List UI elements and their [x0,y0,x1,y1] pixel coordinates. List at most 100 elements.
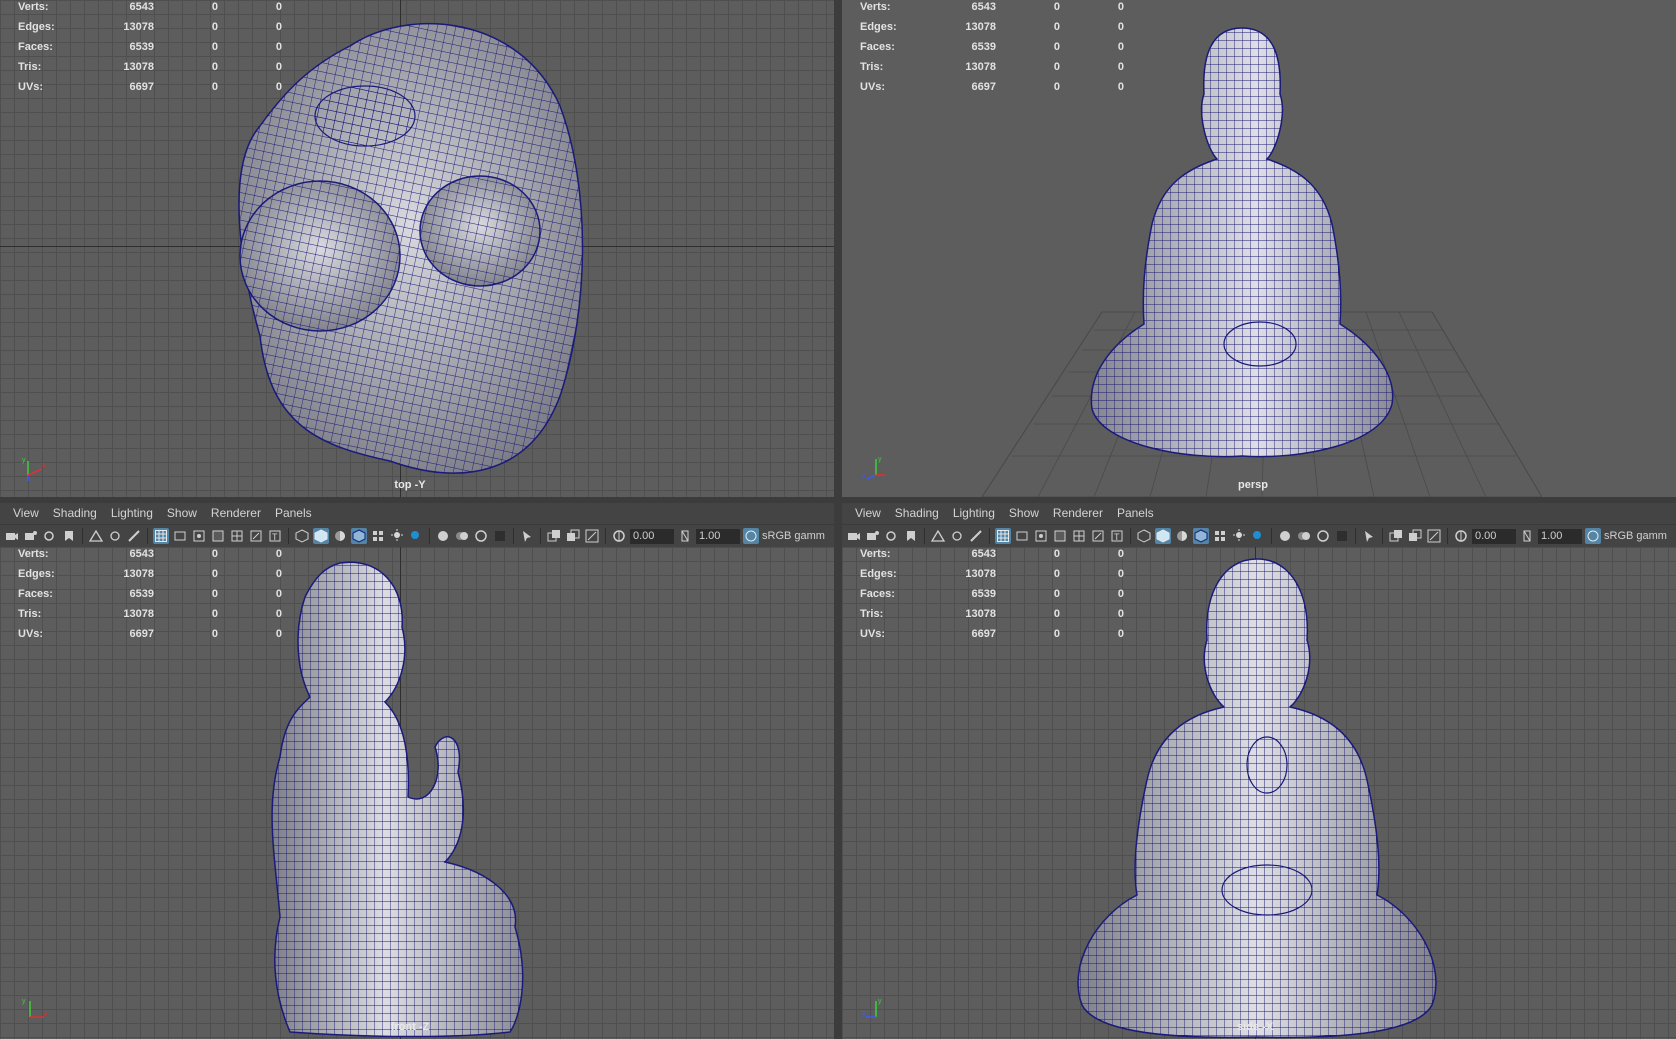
depth-of-field-icon[interactable] [492,528,508,544]
viewport-top[interactable]: Verts: 6543 0 0 Edges: 13078 0 0 Faces: … [0,0,834,497]
view-transform-select[interactable]: sRGB gamm [762,530,825,542]
film-gate-icon[interactable] [1014,528,1030,544]
menu-lighting[interactable]: Lighting [946,503,1002,524]
textured-icon[interactable] [370,528,386,544]
menu-lighting[interactable]: Lighting [104,503,160,524]
grid-icon[interactable] [995,528,1011,544]
two-d-pan-icon[interactable] [107,528,123,544]
depth-of-field-icon[interactable] [1334,528,1350,544]
menu-renderer[interactable]: Renderer [1046,503,1110,524]
two-d-pan-icon[interactable] [949,528,965,544]
xray-icon[interactable] [1388,528,1404,544]
vertical-panel-splitter[interactable] [834,0,842,1039]
hud-label: Faces: [860,588,895,600]
xray-joints-icon[interactable] [565,528,581,544]
motion-blur-icon[interactable] [1296,528,1312,544]
screen-space-ao-icon[interactable] [1277,528,1293,544]
bookmark-icon[interactable] [61,528,77,544]
bookmark-camera-icon[interactable] [42,528,58,544]
wireframe-on-shaded-icon[interactable] [1193,528,1209,544]
gate-mask-icon[interactable] [1052,528,1068,544]
viewport-persp[interactable]: Verts: 6543 0 0 Edges: 13078 0 0 Faces: … [842,0,1676,497]
camera-icon[interactable] [846,528,862,544]
camera-attributes-icon[interactable] [23,528,39,544]
camera-attributes-icon[interactable] [865,528,881,544]
xray-components-icon[interactable] [584,528,600,544]
exposure-field[interactable]: 0.00 [1472,528,1516,544]
camera-label: front -Z [390,1021,430,1033]
isolate-icon[interactable] [1361,528,1377,544]
menu-renderer[interactable]: Renderer [204,503,268,524]
smooth-shade-icon[interactable] [1155,528,1171,544]
viewport-side[interactable]: Verts: 6543 0 0 Edges: 13078 0 0 Faces: … [842,547,1676,1039]
panel-side-view[interactable]: View Shading Lighting Show Renderer Pane… [842,503,1676,1039]
safe-title-icon[interactable]: T [1109,528,1125,544]
exposure-icon[interactable] [1453,528,1469,544]
safe-action-icon[interactable] [1090,528,1106,544]
xray-components-icon[interactable] [1426,528,1442,544]
anti-aliasing-icon[interactable] [473,528,489,544]
wireframe-icon[interactable] [294,528,310,544]
shadows-icon[interactable] [408,528,424,544]
film-gate-icon[interactable] [172,528,188,544]
menu-panels[interactable]: Panels [1110,503,1161,524]
menu-panels[interactable]: Panels [268,503,319,524]
resolution-gate-icon[interactable] [191,528,207,544]
bookmark-icon[interactable] [903,528,919,544]
wireframe-icon[interactable] [1136,528,1152,544]
panel-top-view[interactable]: Verts: 6543 0 0 Edges: 13078 0 0 Faces: … [0,0,834,497]
field-chart-icon[interactable] [1071,528,1087,544]
anti-aliasing-icon[interactable] [1315,528,1331,544]
viewport-front[interactable]: Verts: 6543 0 0 Edges: 13078 0 0 Faces: … [0,547,834,1039]
wireframe-on-shaded-icon[interactable] [351,528,367,544]
safe-title-icon[interactable]: T [267,528,283,544]
buddha-mesh-side[interactable] [1072,555,1442,1039]
gate-mask-icon[interactable] [210,528,226,544]
view-transform-select[interactable]: sRGB gamm [1604,530,1667,542]
hud-label: Tris: [18,608,42,620]
motion-blur-icon[interactable] [454,528,470,544]
menu-shading[interactable]: Shading [888,503,946,524]
menu-view[interactable]: View [6,503,46,524]
image-plane-icon[interactable] [88,528,104,544]
gamma-icon[interactable] [1519,528,1535,544]
exposure-icon[interactable] [611,528,627,544]
svg-text:y: y [878,998,882,1005]
grid-icon[interactable] [153,528,169,544]
color-management-icon[interactable] [743,528,759,544]
gamma-icon[interactable] [677,528,693,544]
exposure-field[interactable]: 0.00 [630,528,674,544]
camera-icon[interactable] [4,528,20,544]
safe-action-icon[interactable] [248,528,264,544]
grease-pencil-icon[interactable] [968,528,984,544]
menu-show[interactable]: Show [1002,503,1046,524]
hud-value: 13078 [965,61,996,73]
shadows-icon[interactable] [1250,528,1266,544]
light-icon[interactable] [389,528,405,544]
color-management-icon[interactable] [1585,528,1601,544]
menu-show[interactable]: Show [160,503,204,524]
image-plane-icon[interactable] [930,528,946,544]
resolution-gate-icon[interactable] [1033,528,1049,544]
light-icon[interactable] [1231,528,1247,544]
smooth-shade-icon[interactable] [313,528,329,544]
field-chart-icon[interactable] [229,528,245,544]
gamma-field[interactable]: 1.00 [1538,528,1582,544]
buddha-mesh-top[interactable] [230,6,600,486]
menu-shading[interactable]: Shading [46,503,104,524]
default-material-icon[interactable] [1174,528,1190,544]
buddha-mesh-persp[interactable] [1082,24,1402,464]
menu-view[interactable]: View [848,503,888,524]
gamma-field[interactable]: 1.00 [696,528,740,544]
bookmark-camera-icon[interactable] [884,528,900,544]
xray-icon[interactable] [546,528,562,544]
xray-joints-icon[interactable] [1407,528,1423,544]
buddha-mesh-front[interactable] [270,557,570,1037]
panel-front-view[interactable]: View Shading Lighting Show Renderer Pane… [0,503,834,1039]
grease-pencil-icon[interactable] [126,528,142,544]
textured-icon[interactable] [1212,528,1228,544]
screen-space-ao-icon[interactable] [435,528,451,544]
default-material-icon[interactable] [332,528,348,544]
isolate-icon[interactable] [519,528,535,544]
panel-persp-view[interactable]: Verts: 6543 0 0 Edges: 13078 0 0 Faces: … [842,0,1676,497]
